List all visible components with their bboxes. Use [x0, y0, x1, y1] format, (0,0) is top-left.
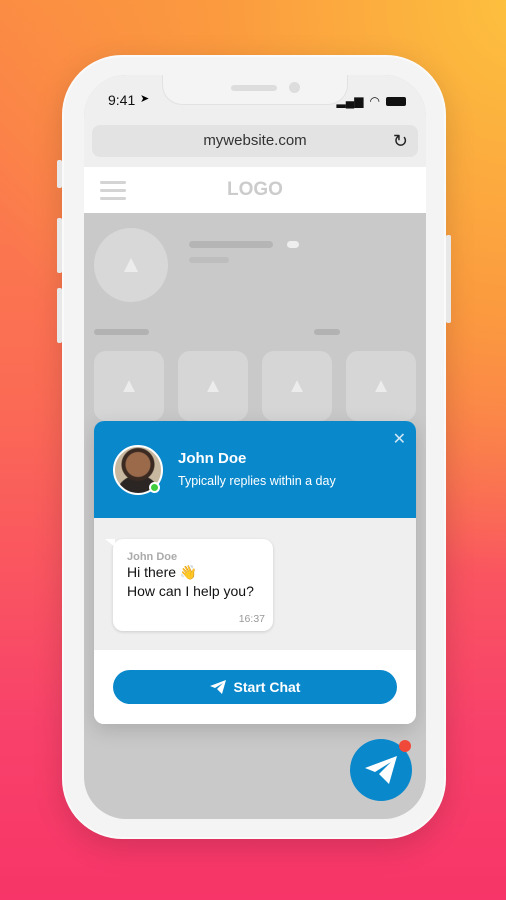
gallery-thumbnail[interactable]: ▲	[178, 351, 248, 421]
message-line: Hi there 👋	[127, 564, 198, 580]
chat-header: John Doe Typically replies within a day …	[94, 421, 416, 518]
agent-name: John Doe	[178, 450, 247, 467]
image-icon: ▲	[287, 374, 307, 397]
site-logo: LOGO	[227, 179, 283, 200]
side-button	[57, 218, 62, 273]
placeholder-line	[189, 257, 229, 263]
gallery-thumbnail[interactable]: ▲	[262, 351, 332, 421]
profile-placeholder-image: ▲	[94, 228, 168, 302]
placeholder-line	[94, 329, 149, 335]
message-bubble: John Doe Hi there 👋 How can I help you? …	[105, 539, 273, 631]
start-chat-label: Start Chat	[233, 679, 301, 695]
phone-screen: 9:41 ➤ ▂▄▆ ◠ mywebsite.com ↻ LOGO ▲ ▲ ▲ ▲ …	[84, 75, 426, 819]
gallery-thumbnail[interactable]: ▲	[346, 351, 416, 421]
image-icon: ▲	[371, 374, 391, 397]
online-status-icon	[149, 482, 160, 493]
close-icon[interactable]: ✕	[393, 429, 406, 449]
battery-icon	[386, 96, 406, 106]
site-header: LOGO	[84, 167, 426, 213]
image-icon: ▲	[203, 374, 223, 397]
reload-icon[interactable]: ↻	[393, 125, 408, 157]
side-button	[57, 160, 62, 188]
status-bar: 9:41 ➤ ▂▄▆ ◠	[84, 75, 426, 125]
side-button	[57, 288, 62, 343]
chat-widget: John Doe Typically replies within a day …	[94, 421, 416, 724]
placeholder-dot	[287, 241, 299, 248]
location-icon: ➤	[140, 93, 150, 105]
image-icon: ▲	[119, 374, 139, 397]
phone-frame: 9:41 ➤ ▂▄▆ ◠ mywebsite.com ↻ LOGO ▲ ▲ ▲ ▲ …	[62, 55, 446, 839]
gallery-thumbnail[interactable]: ▲	[94, 351, 164, 421]
start-chat-button[interactable]: Start Chat	[113, 670, 397, 704]
status-time: 9:41	[108, 92, 136, 108]
signal-icon: ▂▄▆	[336, 94, 364, 108]
agent-status: Typically replies within a day	[178, 474, 336, 488]
send-icon	[365, 756, 397, 784]
image-icon: ▲	[119, 251, 143, 278]
wifi-icon: ◠	[369, 94, 380, 108]
placeholder-line	[189, 241, 273, 248]
url-text: mywebsite.com	[203, 132, 307, 149]
chat-footer: Start Chat	[94, 650, 416, 724]
message-time: 16:37	[238, 613, 265, 625]
message-sender: John Doe	[127, 551, 178, 563]
notch	[162, 75, 348, 105]
browser-bar: mywebsite.com ↻	[84, 125, 426, 167]
send-icon	[209, 680, 226, 694]
side-button	[446, 235, 451, 323]
notification-badge	[399, 740, 411, 752]
url-field[interactable]: mywebsite.com ↻	[92, 125, 418, 157]
placeholder-line	[314, 329, 340, 335]
message-line: How can I help you?	[127, 583, 254, 599]
